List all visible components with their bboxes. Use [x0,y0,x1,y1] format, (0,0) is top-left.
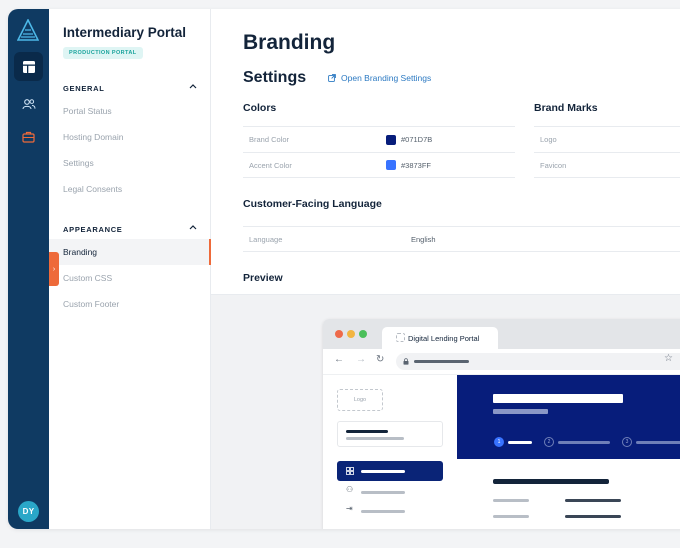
sidebar-item-portal-status[interactable]: Portal Status [49,98,211,124]
preview-hero-banner: 1 2 3 [457,375,680,459]
step-indicator: 3 [622,437,632,447]
sidebar-item-hosting-domain[interactable]: Hosting Domain [49,124,211,150]
accent-color-row[interactable]: Accent Color #3873FF [243,152,515,178]
colors-heading: Colors [243,102,277,114]
skeleton-bar [361,510,405,513]
external-link-icon [328,74,336,82]
row-label: Brand Color [249,135,290,144]
environment-badge: PRODUCTION PORTAL [63,47,143,59]
skeleton-bar [346,430,388,433]
grid-icon [346,467,354,475]
row-label: Language [249,234,283,244]
back-arrow-icon: ← [334,354,344,365]
preview-sidebar: Logo ⚇ ⇥ [323,375,457,529]
accent-color-value: #3873FF [401,160,432,170]
skeleton-bar [565,499,621,502]
browser-address-bar: ← → ↻ ☆ [323,349,680,375]
preview-nav-active [337,461,443,481]
preview-profile-card [337,421,443,447]
skeleton-bar [361,470,405,473]
brand-logo-icon[interactable] [17,19,39,41]
section-label: GENERAL [63,84,105,93]
star-icon: ☆ [664,353,673,364]
portal-title: Intermediary Portal [63,25,187,40]
url-box [396,353,680,370]
step-indicator-active: 1 [494,437,504,447]
skeleton-bar [636,441,680,444]
brand-marks-heading: Brand Marks [534,102,598,114]
logout-icon: ⇥ [346,504,353,513]
minimize-dot [347,330,355,338]
language-row[interactable]: Language English [243,226,680,252]
skeleton-bar [565,515,621,518]
sidebar-item-custom-footer[interactable]: Custom Footer [49,291,211,317]
page-title: Branding [243,31,336,54]
app-window: DY Intermediary Portal PRODUCTION PORTAL… [8,9,680,529]
logo-row[interactable]: Logo [534,126,680,152]
step-indicator: 2 [544,437,554,447]
row-label: Logo [540,135,557,144]
close-dot [335,330,343,338]
preview-browser-window: Digital Lending Portal ← → ↻ ☆ Logo ⚇ ⇥ … [323,319,680,529]
icon-rail: DY [8,9,49,529]
layout-nav-button[interactable] [14,52,43,81]
sidebar-item-branding[interactable]: Branding [49,239,211,265]
browser-tab-title: Digital Lending Portal [408,333,480,343]
skeleton-bar [493,479,609,484]
browser-tab-bar: Digital Lending Portal [323,319,680,349]
avatar[interactable]: DY [18,501,39,522]
browser-tab: Digital Lending Portal [382,327,498,349]
chevron-up-icon [189,225,197,230]
brand-color-value: #071D7B [401,135,433,144]
row-label: Favicon [540,160,567,170]
sidebar-item-legal-consents[interactable]: Legal Consents [49,176,211,202]
skeleton-bar [493,394,623,403]
sidebar-item-custom-css[interactable]: Custom CSS [49,265,211,291]
language-heading: Customer-Facing Language [243,198,382,210]
preview-main: 1 2 3 [457,375,680,529]
favicon-row[interactable]: Favicon [534,152,680,178]
skeleton-bar [493,515,529,518]
main-content: Branding Settings Open Branding Settings… [211,9,680,529]
skeleton-bar [346,437,404,440]
skeleton-bar [493,409,548,414]
brand-color-row[interactable]: Brand Color #071D7B [243,126,515,152]
users-icon: ⚇ [346,485,354,494]
sidebar-collapse-toggle[interactable]: › [49,252,59,286]
skeleton-bar [493,499,529,502]
section-header-appearance[interactable]: APPEARANCE [63,225,197,234]
settings-heading: Settings [243,69,307,86]
chevron-right-icon: › [52,265,56,273]
forward-arrow-icon: → [356,354,366,365]
sidebar: Intermediary Portal PRODUCTION PORTAL GE… [49,9,211,529]
link-label: Open Branding Settings [341,73,432,83]
sidebar-item-settings[interactable]: Settings [49,150,211,176]
preview-nav-item: ⚇ [337,482,443,502]
logo-placeholder: Logo [337,389,383,411]
users-icon [21,98,35,109]
lock-icon [403,358,409,365]
url-placeholder-bar [414,360,469,363]
section-label: APPEARANCE [63,225,123,234]
preview-nav-item: ⇥ [337,501,443,521]
skeleton-bar [508,441,532,444]
chevron-up-icon [189,84,197,89]
briefcase-icon [22,131,35,143]
language-value: English [411,234,436,244]
section-header-general[interactable]: GENERAL [63,84,197,93]
reload-icon: ↻ [376,354,385,365]
maximize-dot [359,330,367,338]
row-label: Accent Color [249,160,292,170]
preview-panel: Digital Lending Portal ← → ↻ ☆ Logo ⚇ ⇥ … [211,294,680,529]
skeleton-bar [361,491,405,494]
brand-color-swatch [386,134,396,145]
skeleton-bar [558,441,610,444]
favicon-placeholder-icon [396,333,405,342]
users-nav-button[interactable] [14,89,43,118]
layout-icon [22,60,35,73]
open-branding-settings-link[interactable]: Open Branding Settings [328,73,431,83]
accent-color-swatch [386,160,396,170]
briefcase-nav-button[interactable] [14,122,43,151]
preview-heading: Preview [243,272,283,284]
